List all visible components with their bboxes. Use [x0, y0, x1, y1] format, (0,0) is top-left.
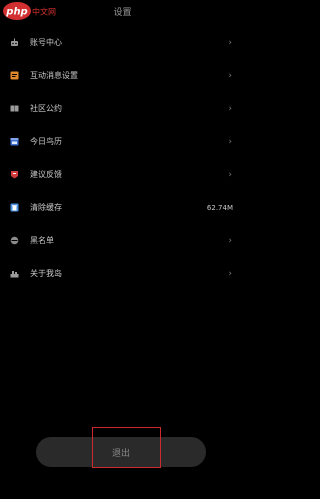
chevron-right-icon: › [228, 136, 232, 147]
settings-item-label: 黑名单 [30, 236, 54, 245]
settings-item-account-center[interactable]: 账号中心 › [0, 26, 245, 59]
island-icon [10, 269, 19, 278]
cache-size-value: 62.74M [206, 203, 233, 212]
settings-item-label: 互动消息设置 [30, 71, 78, 80]
calendar-icon [10, 137, 19, 146]
settings-item-interaction-messages[interactable]: 互动消息设置 › [0, 59, 245, 92]
chevron-right-icon: › [228, 235, 232, 246]
feedback-icon [10, 170, 19, 179]
blacklist-icon [10, 236, 19, 245]
settings-item-community-rules[interactable]: 社区公约 › [0, 92, 245, 125]
header-bar: php 中文网 设置 [0, 0, 245, 26]
settings-item-blacklist[interactable]: 黑名单 › [0, 224, 245, 257]
page-title: 设置 [113, 8, 132, 18]
chevron-right-icon: › [228, 37, 232, 48]
message-icon [10, 71, 19, 80]
robot-icon [10, 38, 19, 47]
settings-item-label: 社区公约 [30, 104, 62, 113]
trash-icon [10, 203, 19, 212]
settings-item-label: 建议反馈 [30, 170, 62, 179]
settings-item-about[interactable]: 关于我岛 › [0, 257, 245, 290]
settings-item-label: 今日鸟历 [30, 137, 62, 146]
chevron-right-icon: › [228, 169, 232, 180]
settings-item-feedback[interactable]: 建议反馈 › [0, 158, 245, 191]
chevron-right-icon: › [228, 70, 232, 81]
settings-item-daily-calendar[interactable]: 今日鸟历 › [0, 125, 245, 158]
highlight-box [92, 427, 161, 468]
book-icon [10, 104, 19, 113]
chevron-right-icon: › [228, 103, 232, 114]
settings-item-clear-cache[interactable]: 清除缓存 62.74M [0, 191, 245, 224]
settings-item-label: 账号中心 [30, 38, 62, 47]
chevron-right-icon: › [228, 268, 232, 279]
settings-list: 账号中心 › 互动消息设置 › 社区公约 › 今日鸟历 › 建议反馈 › 清除缓 [0, 26, 245, 290]
settings-item-label: 清除缓存 [30, 203, 62, 212]
settings-item-label: 关于我岛 [30, 269, 62, 278]
